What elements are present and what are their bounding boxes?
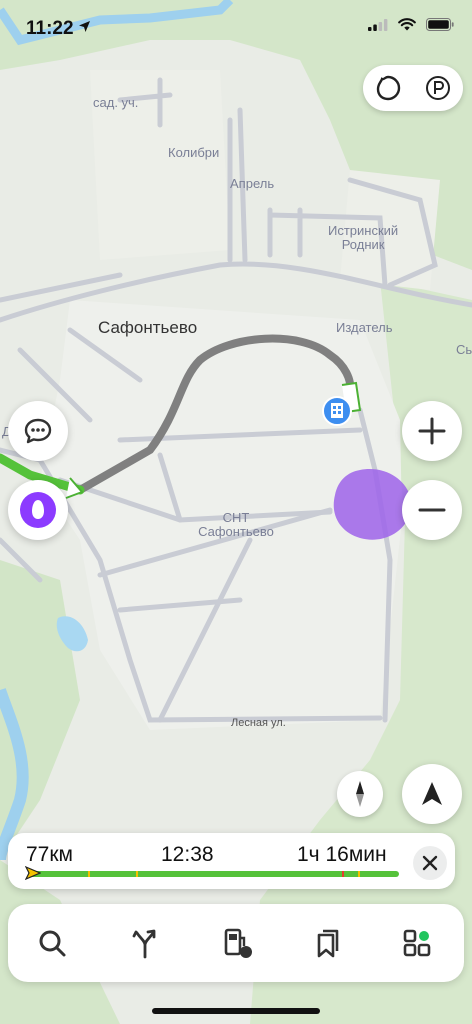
parking-icon xyxy=(426,76,450,100)
map-label-aprel: Апрель xyxy=(230,176,275,191)
cellular-signal-icon xyxy=(368,18,388,31)
services-grid-icon xyxy=(403,929,431,957)
parking-button[interactable] xyxy=(413,65,463,111)
layers-button[interactable] xyxy=(363,65,413,111)
zoom-out-button[interactable] xyxy=(402,480,462,540)
route-arrival-time: 12:38 xyxy=(161,843,214,866)
status-time: 11:22 xyxy=(26,18,74,39)
alice-icon xyxy=(20,492,56,528)
my-location-button[interactable] xyxy=(402,764,462,824)
map-label-edge-right: Сь xyxy=(456,342,472,357)
plus-icon xyxy=(418,417,446,445)
wifi-icon xyxy=(398,18,416,31)
map-label-sad-uch: сад. уч. xyxy=(93,95,139,110)
progress-position-icon xyxy=(25,866,41,880)
tab-fuel[interactable] xyxy=(214,920,260,966)
map-label-istrinsky-line1: Истринский xyxy=(328,223,399,238)
traffic-tick xyxy=(342,871,344,877)
bookmarks-icon xyxy=(317,929,339,958)
status-indicators xyxy=(368,18,454,31)
compass-button[interactable] xyxy=(337,771,383,817)
map-label-istrinsky-line2: Родник xyxy=(341,237,385,252)
map-label-snt-line1: СНТ xyxy=(222,510,250,525)
search-icon xyxy=(39,930,66,957)
status-bar: 11:22 xyxy=(0,0,472,56)
chat-button[interactable] xyxy=(8,401,68,461)
map-label-lesnaya: Лесная ул. xyxy=(231,717,286,729)
tab-services[interactable] xyxy=(395,920,441,966)
minus-icon xyxy=(418,508,446,512)
map-options-pill xyxy=(363,65,463,111)
route-progress-bar xyxy=(28,871,399,877)
bottom-tab-bar xyxy=(8,904,464,982)
route-duration: 1ч 16мин xyxy=(297,843,387,866)
home-indicator xyxy=(152,1008,320,1014)
route-summary-bar[interactable]: 77км 12:38 1ч 16мин xyxy=(8,833,455,889)
traffic-tick xyxy=(88,871,90,877)
tab-search[interactable] xyxy=(29,920,75,966)
close-route-button[interactable] xyxy=(413,846,447,880)
close-icon xyxy=(422,855,438,871)
compass-icon xyxy=(356,781,364,807)
location-arrow-icon xyxy=(79,21,90,32)
map-label-snt: СНТ Сафонтьево xyxy=(198,511,274,539)
zoom-in-button[interactable] xyxy=(402,401,462,461)
tab-routes[interactable] xyxy=(122,920,168,966)
fuel-icon xyxy=(224,928,252,958)
map-label-safontevo: Сафонтьево xyxy=(98,318,198,337)
traffic-tick xyxy=(358,871,360,877)
tab-bookmarks[interactable] xyxy=(303,920,349,966)
traffic-tick xyxy=(136,871,138,877)
battery-icon xyxy=(426,18,454,31)
map-label-kolibri: Колибри xyxy=(168,145,220,160)
fork-arrows-icon xyxy=(132,929,156,959)
map-label-izdatel: Издатель xyxy=(336,320,393,335)
alice-voice-button[interactable] xyxy=(8,480,68,540)
map-label-istrinsky: Истринский Родник xyxy=(328,224,398,252)
chat-icon xyxy=(24,418,52,444)
map-label-snt-line2: Сафонтьево xyxy=(198,524,274,539)
layers-icon xyxy=(376,75,401,101)
navigation-arrow-icon xyxy=(422,782,442,805)
route-distance: 77км xyxy=(26,843,73,866)
